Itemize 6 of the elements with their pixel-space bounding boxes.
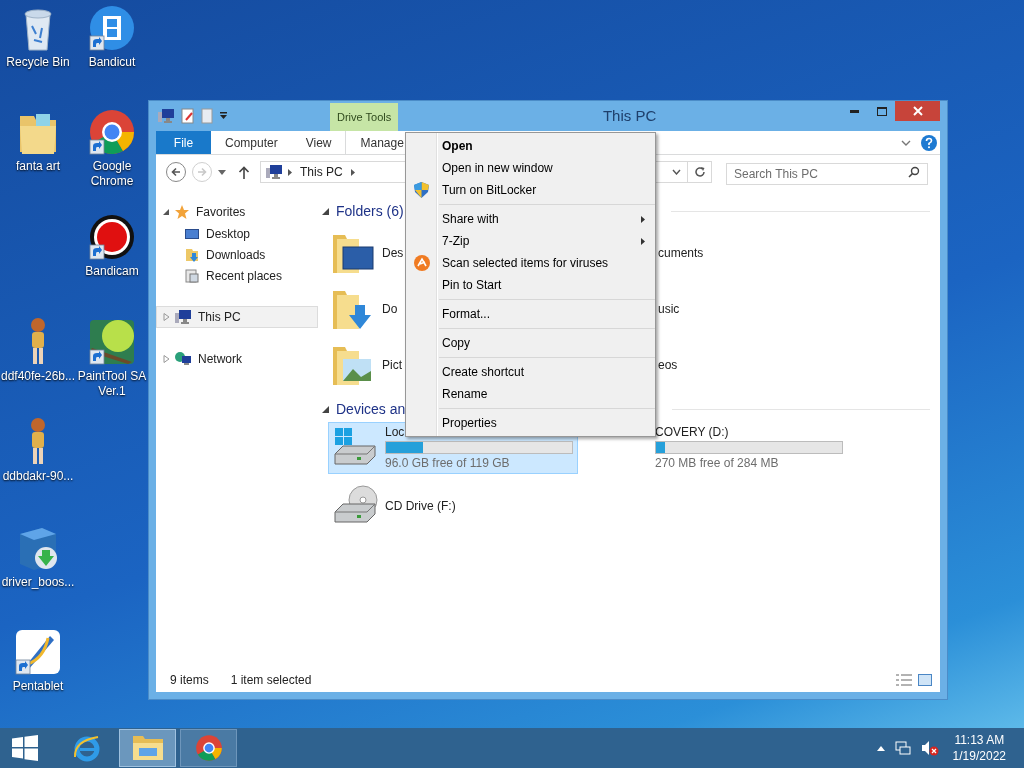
section-header: Devices an	[336, 399, 406, 419]
status-text: 1 item selected	[230, 672, 312, 689]
window-title: This PC	[601, 105, 658, 126]
section-header: Folders (6)	[336, 201, 404, 221]
status-text: 9 items	[170, 672, 209, 689]
context-tab-header: Drive Tools	[330, 103, 399, 131]
